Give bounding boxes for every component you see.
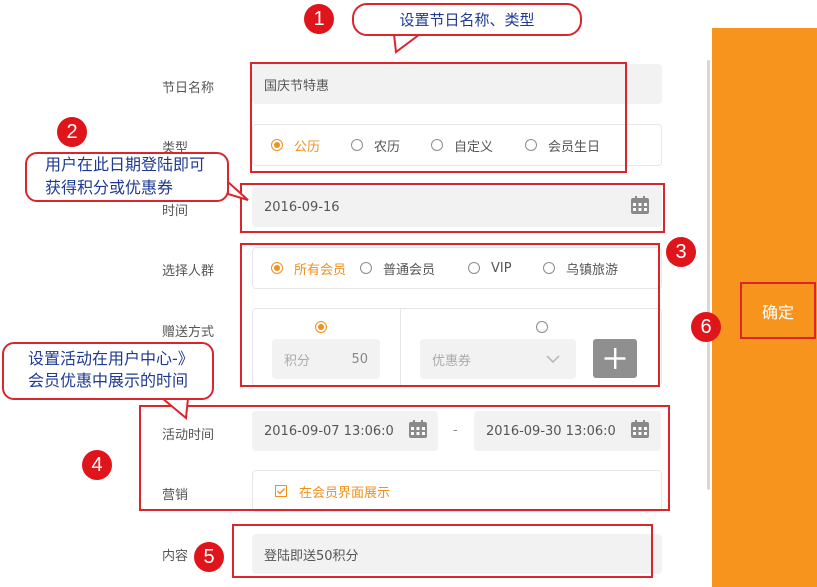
content-label: 内容 bbox=[162, 549, 189, 564]
annotation-box-1 bbox=[250, 62, 627, 173]
confirm-button-label: 确定 bbox=[761, 302, 794, 322]
badge-3: 3 bbox=[666, 237, 696, 267]
callout-2-tail bbox=[226, 180, 249, 201]
annotation-box-3 bbox=[240, 243, 660, 387]
crowd-label: 选择人群 bbox=[162, 264, 215, 279]
annotation-box-2 bbox=[240, 183, 665, 233]
name-label: 节日名称 bbox=[162, 81, 215, 96]
badge-2: 2 bbox=[57, 117, 87, 147]
badge-6: 6 bbox=[691, 312, 721, 342]
confirm-button[interactable]: 确定 bbox=[740, 282, 816, 339]
badge-5: 5 bbox=[194, 542, 224, 572]
scrollbar-track[interactable] bbox=[707, 60, 710, 490]
time-label: 时间 bbox=[162, 204, 189, 219]
annotation-box-5 bbox=[232, 524, 653, 578]
gift-label: 赠送方式 bbox=[162, 325, 215, 340]
badge-1: 1 bbox=[304, 4, 334, 34]
badge-4: 4 bbox=[82, 450, 112, 480]
callout-2: 用户在此日期登陆即可 获得积分或优惠券 bbox=[25, 152, 229, 202]
callout-4: 设置活动在用户中心-》 会员优惠中展示的时间 bbox=[2, 342, 214, 400]
annotation-box-4 bbox=[139, 405, 670, 511]
callout-1: 设置节日名称、类型 bbox=[352, 3, 582, 36]
